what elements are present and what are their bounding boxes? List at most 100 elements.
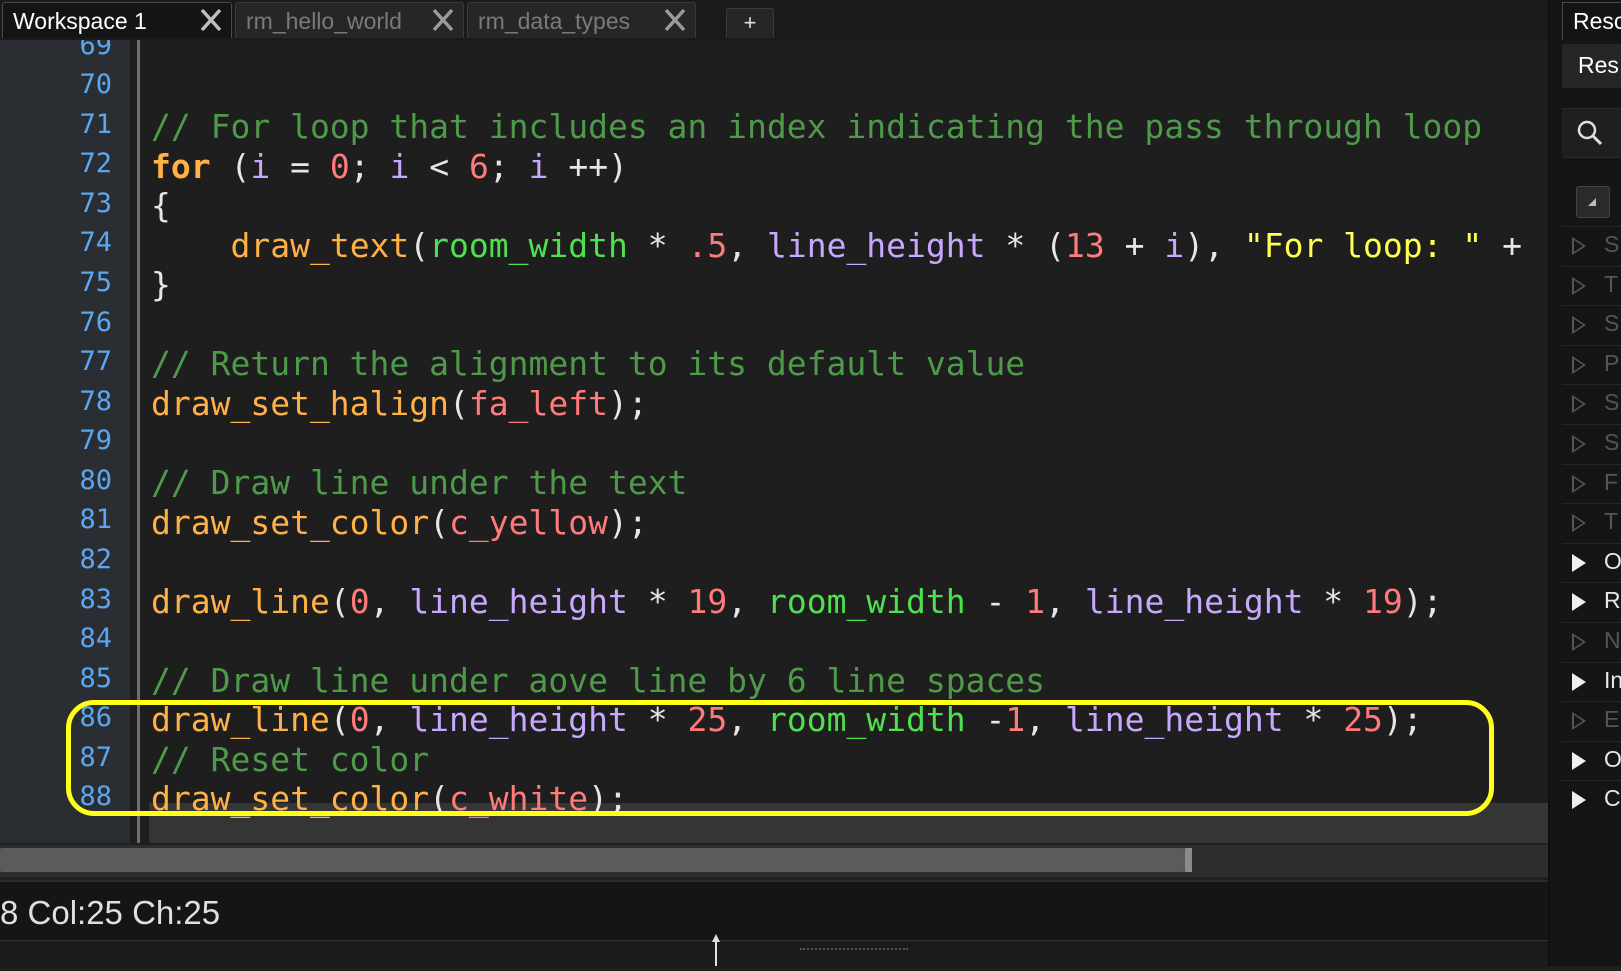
close-icon[interactable] bbox=[199, 7, 223, 33]
code-line[interactable]: for (i = 0; i < 6; i ++) bbox=[151, 147, 628, 186]
tab-workspace-1[interactable]: Workspace 1 bbox=[2, 2, 232, 38]
code-token: line_height bbox=[766, 225, 986, 265]
search-icon[interactable] bbox=[1576, 119, 1604, 147]
tab-rm-data-types[interactable]: rm_data_types bbox=[467, 2, 696, 38]
code-token: ( bbox=[449, 383, 469, 423]
code-token: * ( bbox=[985, 225, 1065, 265]
code-token: 0 bbox=[349, 581, 370, 621]
code-line[interactable]: draw_line(0, line_height * 19, room_widt… bbox=[151, 582, 1443, 621]
resource-tree-item[interactable]: S bbox=[1562, 384, 1621, 423]
resource-tree-item[interactable]: S bbox=[1562, 305, 1621, 344]
code-line[interactable]: } bbox=[151, 265, 171, 304]
expand-arrow-icon[interactable] bbox=[1572, 672, 1586, 691]
splitter-grip[interactable] bbox=[800, 948, 908, 954]
scrollbar-thumb[interactable] bbox=[0, 848, 1185, 872]
code-token: , bbox=[727, 225, 767, 265]
code-line[interactable]: // Return the alignment to its default v… bbox=[151, 344, 1025, 383]
resource-tree-item[interactable]: O bbox=[1562, 740, 1621, 780]
tab-label: rm_hello_world bbox=[246, 8, 402, 34]
expand-arrow-icon[interactable] bbox=[1572, 276, 1586, 295]
expand-arrow-icon[interactable] bbox=[1572, 633, 1586, 651]
resource-tree-label: O bbox=[1604, 547, 1621, 574]
resources-tab-label: Resc bbox=[1573, 8, 1621, 34]
code-token: { bbox=[151, 186, 171, 226]
resource-tree-item[interactable]: F bbox=[1562, 463, 1621, 503]
tab-label: Workspace 1 bbox=[13, 8, 147, 34]
code-token: ); bbox=[1402, 581, 1443, 621]
line-number: 75 bbox=[79, 267, 112, 298]
code-token: draw_text bbox=[230, 225, 410, 265]
code-token: ( bbox=[409, 225, 430, 265]
line-number: 83 bbox=[79, 584, 112, 615]
code-editor[interactable]: 69 70 71 72 73 74 75 76 77 78 79 80 81 8… bbox=[0, 40, 1548, 843]
splitter-arrow-icon[interactable] bbox=[712, 934, 720, 966]
expand-arrow-icon[interactable] bbox=[1572, 237, 1586, 255]
expand-arrow-icon[interactable] bbox=[1572, 435, 1586, 453]
resources-search[interactable] bbox=[1562, 108, 1621, 158]
line-number: 80 bbox=[79, 465, 112, 496]
resource-tree-item[interactable]: R bbox=[1562, 582, 1621, 621]
code-line[interactable]: // Draw line under the text bbox=[151, 463, 687, 502]
resource-tree-item[interactable]: C bbox=[1562, 780, 1621, 819]
code-token: i bbox=[1164, 225, 1185, 265]
status-bar: 8 Col:25 Ch:25 bbox=[0, 880, 1548, 942]
annotation-highlight-box bbox=[66, 700, 1494, 816]
code-line[interactable]: // Draw line under aove line by 6 line s… bbox=[151, 661, 1045, 700]
expand-arrow-icon[interactable] bbox=[1572, 395, 1586, 414]
code-line[interactable]: draw_text(room_width * .5, line_height *… bbox=[151, 226, 1522, 265]
resource-tree-item[interactable]: T bbox=[1562, 503, 1621, 542]
horizontal-scrollbar[interactable] bbox=[0, 845, 1548, 877]
code-token: ( bbox=[329, 581, 350, 621]
resource-tree-item[interactable]: E bbox=[1562, 701, 1621, 740]
resources-tab[interactable]: Resc bbox=[1562, 2, 1621, 40]
code-token: // For loop that includes an index indic… bbox=[151, 107, 1483, 147]
new-tab-button[interactable]: + bbox=[726, 8, 774, 38]
tab-rm-hello-world[interactable]: rm_hello_world bbox=[235, 2, 464, 38]
code-token: ); bbox=[607, 383, 648, 423]
expand-arrow-icon[interactable] bbox=[1572, 355, 1586, 374]
collapse-all-button[interactable] bbox=[1576, 186, 1610, 218]
line-number: 78 bbox=[79, 386, 112, 417]
code-token: room_width bbox=[766, 581, 966, 621]
code-line[interactable]: draw_set_halign(fa_left); bbox=[151, 384, 648, 423]
code-token: for bbox=[151, 146, 211, 186]
resource-tree-item[interactable]: O bbox=[1562, 542, 1621, 582]
expand-arrow-icon[interactable] bbox=[1572, 514, 1586, 533]
resources-panel: Resc Res STSPSSFTORNInEOC bbox=[1548, 0, 1621, 966]
expand-arrow-icon[interactable] bbox=[1572, 593, 1586, 612]
code-token: 6 bbox=[468, 146, 489, 186]
close-icon[interactable] bbox=[431, 7, 455, 33]
code-token: "For loop: " bbox=[1243, 225, 1483, 265]
code-token: i bbox=[250, 146, 271, 186]
line-number: 82 bbox=[79, 544, 112, 575]
resource-tree-item[interactable]: In bbox=[1562, 661, 1621, 701]
resource-tree-item[interactable]: S bbox=[1562, 226, 1621, 265]
code-token: - bbox=[965, 581, 1026, 621]
code-token: * bbox=[627, 225, 688, 265]
resource-tree-item[interactable]: N bbox=[1562, 622, 1621, 661]
resource-tree-label: S bbox=[1604, 231, 1620, 257]
code-line[interactable]: draw_set_color(c_yellow); bbox=[151, 503, 648, 542]
resource-tree-item[interactable]: T bbox=[1562, 265, 1621, 305]
code-token: .5 bbox=[687, 225, 728, 265]
code-token: line_height bbox=[409, 581, 628, 621]
line-number: 70 bbox=[79, 69, 112, 100]
code-token: ), bbox=[1184, 225, 1244, 265]
expand-arrow-icon[interactable] bbox=[1572, 712, 1586, 731]
expand-arrow-icon[interactable] bbox=[1572, 316, 1586, 335]
resource-tree-label: F bbox=[1604, 468, 1619, 495]
code-token: * bbox=[1303, 581, 1364, 621]
code-line[interactable]: { bbox=[151, 186, 171, 225]
resource-tree-label: S bbox=[1604, 429, 1620, 455]
close-icon[interactable] bbox=[663, 7, 687, 33]
resource-tree-item[interactable]: P bbox=[1562, 344, 1621, 384]
expand-arrow-icon[interactable] bbox=[1572, 474, 1586, 493]
resource-tree-label: O bbox=[1604, 745, 1621, 772]
resource-tree-item[interactable]: S bbox=[1562, 424, 1621, 463]
expand-arrow-icon[interactable] bbox=[1572, 751, 1586, 770]
code-token: line_height bbox=[1084, 581, 1304, 621]
expand-arrow-icon[interactable] bbox=[1572, 553, 1586, 572]
code-line[interactable]: // For loop that includes an index indic… bbox=[151, 107, 1482, 146]
expand-arrow-icon[interactable] bbox=[1572, 791, 1586, 810]
code-token: + bbox=[1104, 225, 1165, 265]
